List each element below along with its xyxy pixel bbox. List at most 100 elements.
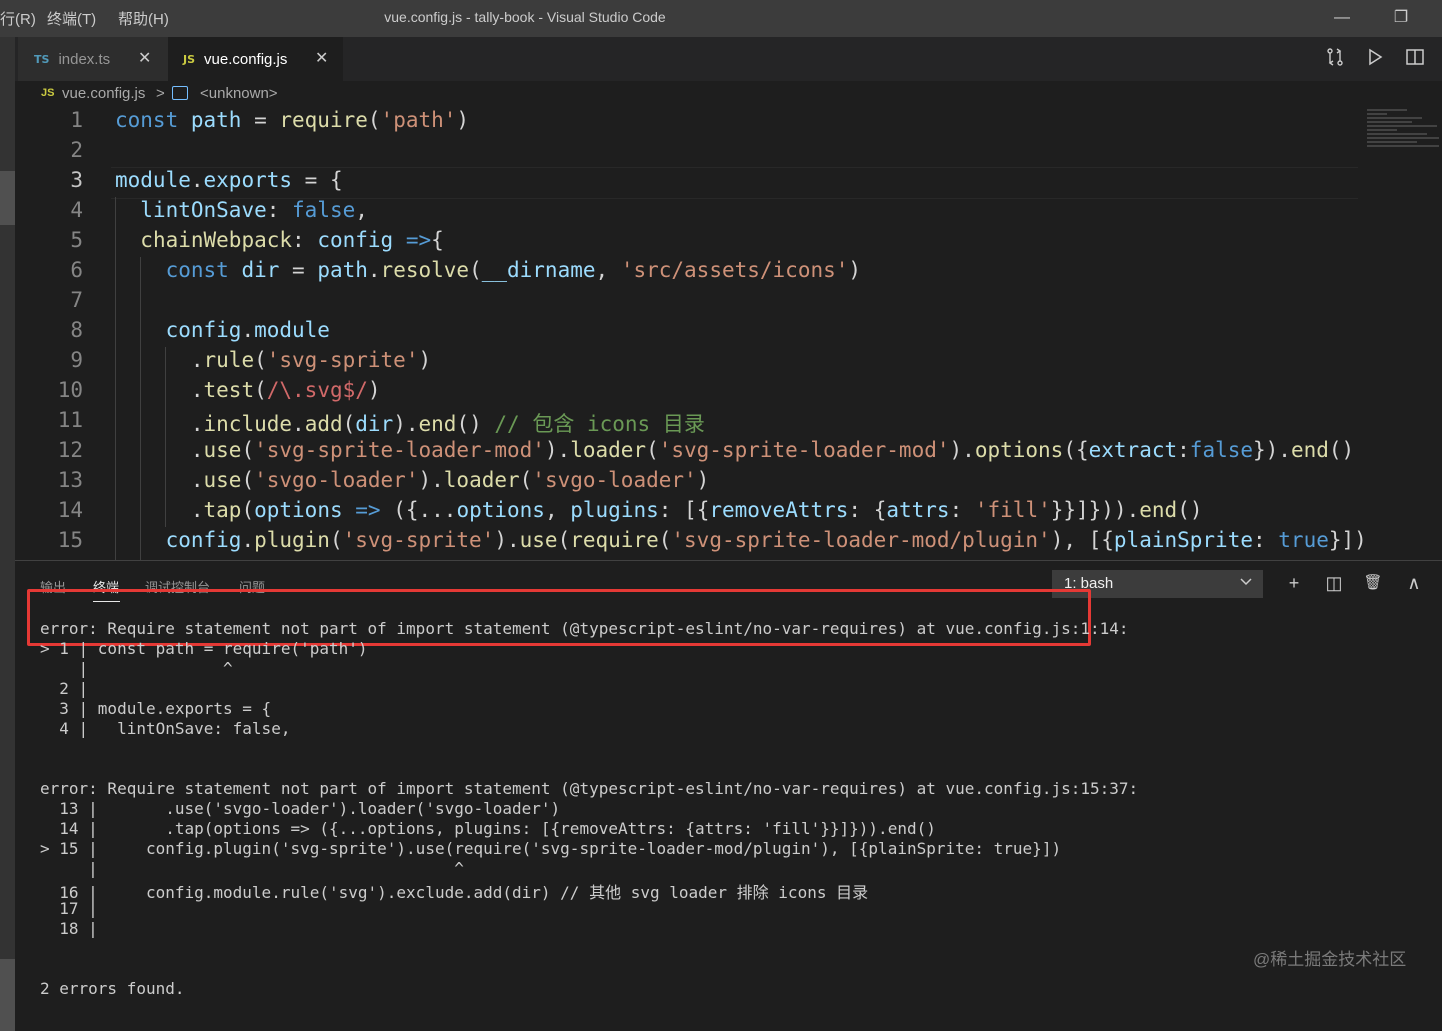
- tab-index-ts[interactable]: TS index.ts ✕: [18, 37, 168, 81]
- watermark: @稀土掘金技术社区: [1253, 950, 1407, 969]
- split-icon[interactable]: ◫: [1323, 571, 1345, 595]
- code-token: ({: [1063, 438, 1089, 462]
- add-icon[interactable]: +: [1283, 571, 1305, 595]
- line-number: 2: [70, 138, 83, 162]
- trash-icon[interactable]: 🗑: [1362, 571, 1384, 595]
- code-line: .rule('svg-sprite'): [115, 348, 431, 372]
- code-token: 'svg-sprite': [266, 348, 419, 372]
- code-token: =>: [355, 498, 381, 522]
- code-line: config.module: [115, 318, 330, 342]
- code-token: 'svg-sprite-loader-mod': [658, 438, 950, 462]
- code-token: false: [292, 198, 356, 222]
- code-token: ,: [595, 258, 621, 282]
- code-token: module: [115, 168, 191, 192]
- line-number: 5: [70, 228, 83, 252]
- code-token: : {: [848, 498, 887, 522]
- activity-indicator-bottom[interactable]: [0, 959, 15, 1031]
- terminal-line: | ^: [40, 659, 233, 678]
- code-token: (: [557, 528, 571, 552]
- line-number: 10: [57, 378, 83, 402]
- line-number: 9: [70, 348, 83, 372]
- code-token: ): [418, 348, 432, 372]
- code-token: require: [279, 108, 368, 132]
- tab-vue-config-js[interactable]: JS vue.config.js ✕: [168, 37, 343, 81]
- code-token: plugins: [570, 498, 659, 522]
- code-token: add: [304, 412, 343, 436]
- code-token: =: [279, 258, 318, 282]
- terminal-line: 2 errors found.: [40, 979, 185, 998]
- code-token: exports: [203, 168, 293, 192]
- code-token: config: [165, 528, 242, 552]
- code-token: (: [254, 348, 267, 372]
- terminal-line: 3 | module.exports = {: [40, 699, 272, 718]
- code-token: }]): [1328, 528, 1367, 552]
- code-token: end: [418, 412, 457, 436]
- close-icon[interactable]: ✕: [138, 48, 151, 68]
- code-editor[interactable]: 1 2 3 4 5 6 7 8 9 10 11 12 13 14 15 const path = requi…: [15, 107, 1442, 560]
- terminal-line: 2 |: [40, 679, 89, 698]
- code-token: tap: [203, 498, 242, 522]
- code-line: .test(/\.svg$/): [115, 378, 381, 402]
- chevron-up-icon[interactable]: ∧: [1403, 571, 1425, 595]
- breadcrumb-symbol[interactable]: <unknown>: [200, 85, 278, 102]
- minimap[interactable]: [1367, 107, 1442, 177]
- code-line: const dir = path.resolve(__dirname, 'src…: [115, 258, 861, 282]
- code-token: lintOnSave: [140, 198, 267, 222]
- terminal-line: 14 | .tap(options => ({...options, plugi…: [40, 819, 936, 838]
- code-token: 'svg-sprite': [342, 528, 495, 552]
- code-token: {: [431, 228, 444, 252]
- code-line: .tap(options => ({...options, plugins: […: [115, 498, 1203, 522]
- code-token: (): [1177, 498, 1203, 522]
- terminal-line: > 15 | config.plugin('svg-sprite').use(r…: [40, 839, 1062, 858]
- code-token: .: [241, 528, 255, 552]
- code-token: chainWebpack: [140, 228, 293, 252]
- run-icon[interactable]: [1363, 47, 1387, 71]
- code-token: options: [456, 498, 545, 522]
- terminal-line: error: Require statement not part of imp…: [40, 619, 1129, 638]
- bottom-panel: 输出 终端 调试控制台 问题 1: bash + ◫ 🗑 ∧ error: Re…: [15, 560, 1442, 998]
- code-token: (): [1328, 438, 1355, 462]
- code-token: (: [241, 468, 255, 492]
- code-token: (: [342, 412, 356, 436]
- code-token: :: [1177, 438, 1190, 462]
- minimize-icon[interactable]: —: [1322, 4, 1362, 32]
- close-icon[interactable]: ✕: [315, 48, 328, 68]
- code-token: module: [254, 318, 330, 342]
- line-number: 6: [70, 258, 83, 282]
- code-token: .: [190, 168, 204, 192]
- code-token: ).: [393, 412, 419, 436]
- code-token: :: [949, 498, 975, 522]
- typescript-icon: TS: [34, 52, 50, 66]
- code-token: .: [241, 318, 255, 342]
- code-token: options: [974, 438, 1064, 462]
- code-token: dir: [241, 258, 280, 282]
- code-token: ,: [544, 498, 571, 522]
- code-token: 'svg-sprite-loader-mod': [254, 438, 545, 462]
- breadcrumb-file[interactable]: vue.config.js: [62, 85, 145, 102]
- code-token: /\.svg$/: [266, 378, 368, 402]
- line-number: 15: [57, 528, 83, 552]
- compare-changes-icon[interactable]: [1323, 47, 1347, 71]
- terminal-line: > 1 | const path = require('path'): [40, 639, 368, 658]
- code-token: =>: [405, 228, 432, 252]
- code-token: extract: [1088, 438, 1178, 462]
- chevron-right-icon: >: [156, 85, 165, 102]
- chevron-down-icon: [1239, 574, 1253, 591]
- activity-indicator[interactable]: [0, 171, 15, 225]
- code-token: plainSprite: [1113, 528, 1253, 552]
- code-token: (: [469, 258, 482, 282]
- code-line: .use('svgo-loader').loader('svgo-loader'…: [115, 468, 709, 492]
- terminal-line: 16 | config.module.rule('svg').exclude.a…: [40, 883, 869, 902]
- tab-label: index.ts: [58, 50, 111, 68]
- code-token: .: [115, 348, 204, 372]
- split-editor-icon[interactable]: [1403, 47, 1427, 71]
- code-token: .: [292, 412, 305, 436]
- code-token: (: [329, 528, 343, 552]
- restore-icon[interactable]: ❐: [1381, 4, 1421, 32]
- code-token: config: [165, 318, 242, 342]
- code-token: (: [241, 498, 255, 522]
- code-token: : [{: [658, 498, 710, 522]
- terminal-line: 13 | .use('svgo-loader').loader('svgo-lo…: [40, 799, 561, 818]
- code-token: use: [519, 528, 558, 552]
- code-token: (: [241, 438, 255, 462]
